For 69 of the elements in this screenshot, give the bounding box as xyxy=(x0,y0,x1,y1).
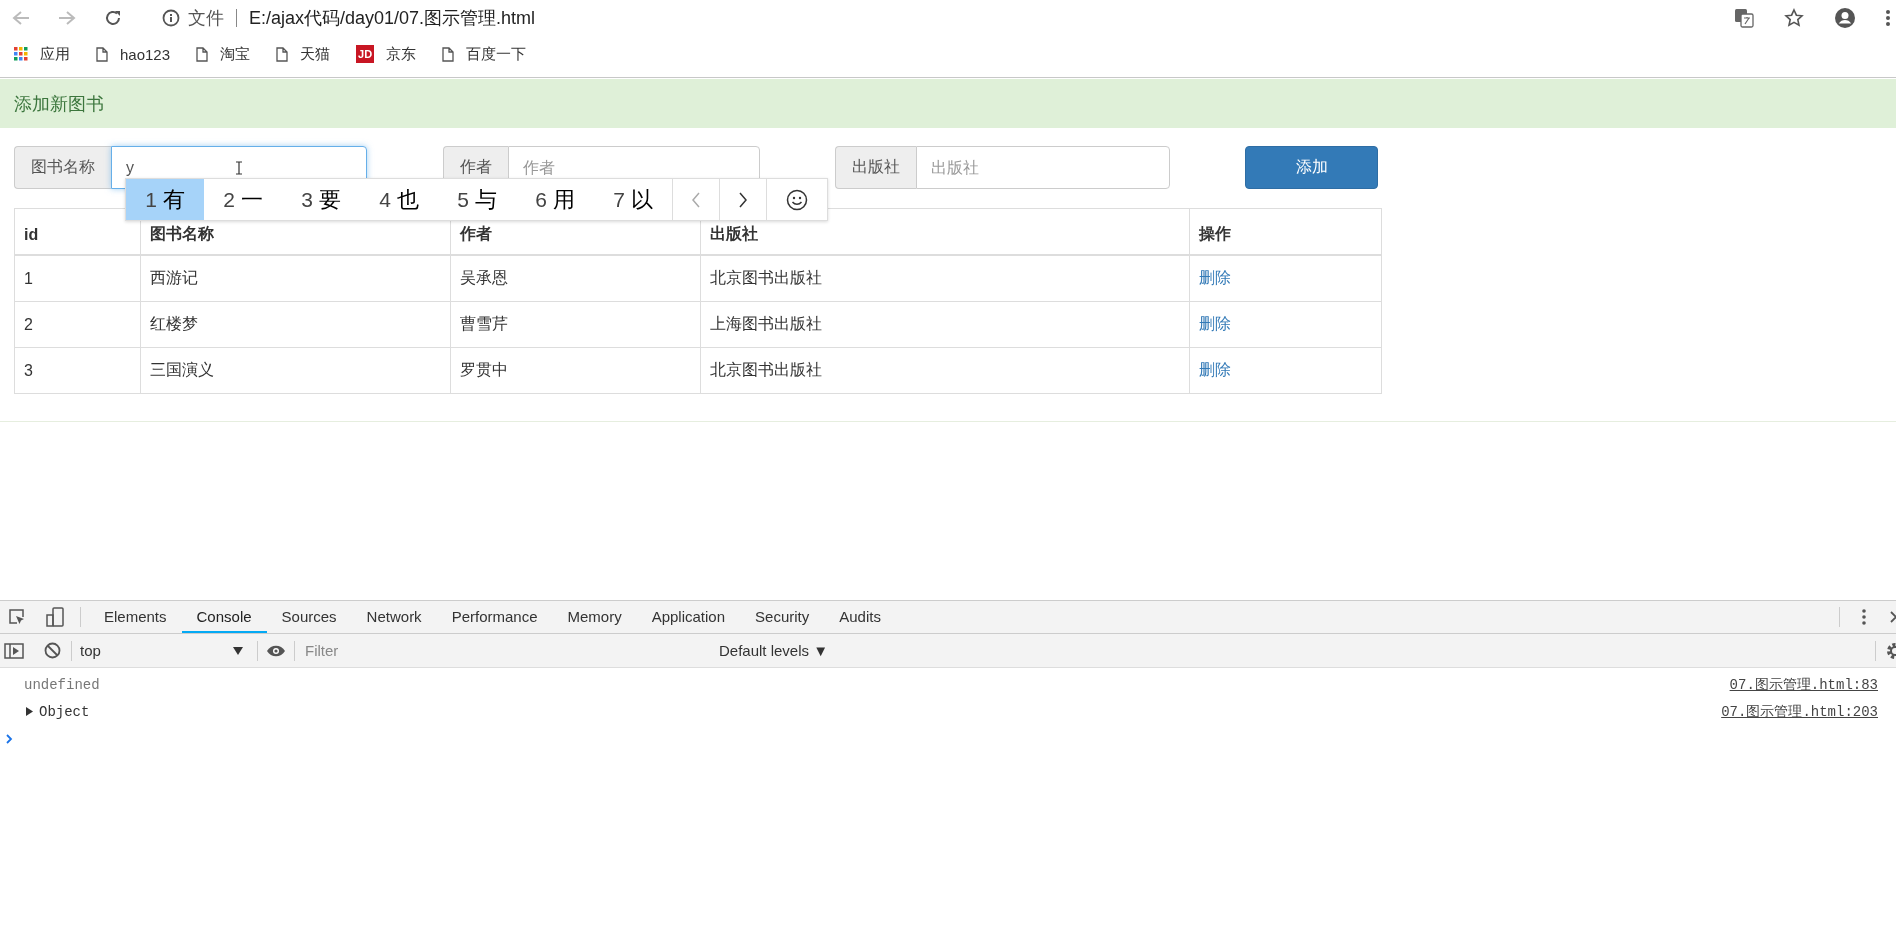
context-dropdown[interactable]: top xyxy=(72,642,249,659)
store-logo: JD xyxy=(356,45,375,63)
table-cell: 三国演义 xyxy=(140,347,451,394)
text-cursor-icon xyxy=(235,161,243,175)
page-icon xyxy=(442,46,455,62)
bookmark[interactable]: 天猫 xyxy=(276,44,331,64)
panel-title: 添加新图书 xyxy=(14,92,104,116)
table-cell: 北京图书出版社 xyxy=(700,255,1190,302)
delete-link[interactable]: 删除 xyxy=(1199,361,1232,378)
console-output: undefined xyxy=(24,676,100,693)
star-icon[interactable] xyxy=(1784,8,1804,28)
prompt-chevron-icon[interactable] xyxy=(6,733,13,744)
devtools-tab[interactable]: Network xyxy=(351,601,437,633)
table-cell: 3 xyxy=(14,347,141,394)
page-icon xyxy=(96,46,108,62)
table-cell: 曹雪芹 xyxy=(450,301,701,348)
devtools-tab[interactable]: Security xyxy=(740,601,825,633)
field-label: 出版社 xyxy=(835,146,916,189)
devtools-tab[interactable]: Sources xyxy=(266,601,352,633)
table-cell: 2 xyxy=(14,301,141,348)
delete-link[interactable]: 删除 xyxy=(1199,315,1232,332)
reload-icon[interactable] xyxy=(104,9,122,27)
table-cell: 红楼梦 xyxy=(140,301,451,348)
more-menu-icon[interactable] xyxy=(1886,9,1890,27)
devtools-tab[interactable]: Memory xyxy=(552,601,637,633)
address-url[interactable]: E:/ajax代码/day01/07.图示管理.html xyxy=(249,6,536,30)
apps-grid-icon xyxy=(14,47,28,61)
table-cell: 吴承恩 xyxy=(450,255,701,302)
next-page-icon[interactable] xyxy=(738,190,748,209)
bookmark[interactable]: 应用 xyxy=(14,44,70,64)
add-button[interactable]: 添加 xyxy=(1245,146,1378,189)
account-icon[interactable] xyxy=(1834,7,1856,29)
log-levels-dropdown[interactable]: Default levels ▼ xyxy=(719,642,829,659)
devtools-tab[interactable]: Performance xyxy=(436,601,553,633)
bookmark[interactable]: 百度一下 xyxy=(442,44,527,64)
source-link[interactable]: 07.图示管理.html:203 xyxy=(1721,702,1878,721)
field-label: 图书名称 xyxy=(14,146,111,189)
device-toolbar-icon[interactable] xyxy=(46,607,66,627)
devtools-tab[interactable]: Audits xyxy=(824,601,896,633)
delete-link[interactable]: 删除 xyxy=(1199,269,1232,286)
translate-icon[interactable] xyxy=(1734,8,1754,28)
dropdown-triangle-icon xyxy=(233,646,243,655)
scheme-label: 文件 xyxy=(188,7,224,30)
table-cell: 上海图书出版社 xyxy=(700,301,1190,348)
page-icon xyxy=(276,46,289,62)
console-output[interactable]: Object xyxy=(39,703,90,720)
column-header: 操作 xyxy=(1189,208,1382,255)
table-cell: 1 xyxy=(14,255,141,302)
expand-triangle-icon[interactable] xyxy=(26,707,33,716)
source-link[interactable]: 07.图示管理.html:83 xyxy=(1729,675,1878,694)
table-cell: 罗贯中 xyxy=(450,347,701,394)
bookmark[interactable]: JD 京东 xyxy=(356,44,417,64)
bookmark[interactable]: hao123 xyxy=(96,45,171,63)
inspect-element-icon[interactable] xyxy=(8,608,26,626)
smiley-icon[interactable] xyxy=(786,188,808,211)
sidebar-toggle-icon[interactable] xyxy=(4,642,24,659)
info-icon[interactable] xyxy=(162,9,180,27)
table-cell: 北京图书出版社 xyxy=(700,347,1190,394)
page-icon xyxy=(196,46,209,62)
more-menu-icon[interactable] xyxy=(1862,609,1866,625)
eye-icon[interactable] xyxy=(266,643,286,658)
bookmark[interactable]: 淘宝 xyxy=(196,44,251,64)
clear-console-icon[interactable] xyxy=(44,642,61,659)
input-field[interactable]: 出版社 xyxy=(916,146,1170,189)
devtools-tab[interactable]: Application xyxy=(636,601,741,633)
devtools-tab[interactable]: Elements xyxy=(89,601,182,633)
table-cell: 西游记 xyxy=(140,255,451,302)
ime-candidate[interactable]: 1 有 xyxy=(126,179,204,220)
filter-field[interactable]: Filter xyxy=(303,641,719,660)
